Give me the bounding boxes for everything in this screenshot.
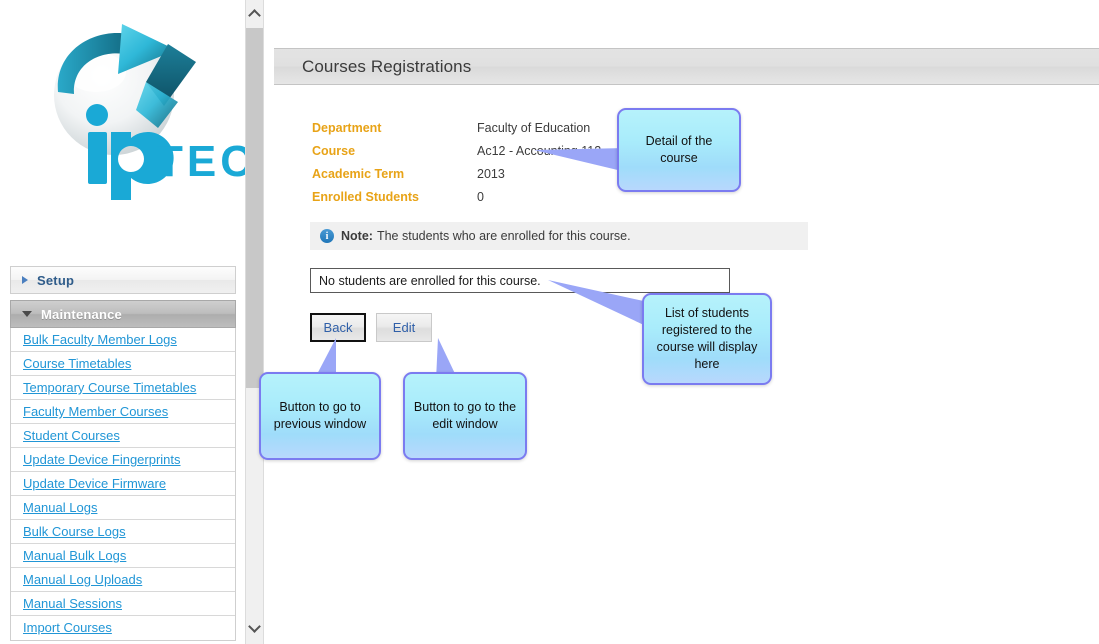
back-button-label: Back <box>323 320 353 335</box>
vertical-scrollbar[interactable] <box>245 0 264 644</box>
sidebar-item-label[interactable]: Student Courses <box>23 428 120 443</box>
sidebar-item-import-courses[interactable]: Import Courses <box>11 616 235 640</box>
note-text: The students who are enrolled for this c… <box>376 229 631 243</box>
sidebar-item-bulk-course-logs[interactable]: Bulk Course Logs <box>11 520 235 544</box>
sidebar-item-label[interactable]: Manual Bulk Logs <box>23 548 126 563</box>
callout-detail-text: Detail of the course <box>645 134 713 165</box>
sidebar-item-label[interactable]: Update Device Fingerprints <box>23 452 181 467</box>
info-icon: i <box>320 229 334 243</box>
sidebar-item-label[interactable]: Bulk Course Logs <box>23 524 126 539</box>
sidebar-item-label[interactable]: Manual Sessions <box>23 596 122 611</box>
sidebar-item-label[interactable]: Update Device Firmware <box>23 476 166 491</box>
brand-logo: TECH <box>18 10 245 210</box>
sidebar-item-manual-logs[interactable]: Manual Logs <box>11 496 235 520</box>
callout-list-of-students: List of students registered to the cours… <box>642 293 772 385</box>
enrolled-students-empty-text: No students are enrolled for this course… <box>319 273 541 288</box>
sidebar-item-manual-bulk-logs[interactable]: Manual Bulk Logs <box>11 544 235 568</box>
triangle-right-icon <box>22 276 28 284</box>
callout-edit-button: Button to go to the edit window <box>403 372 527 460</box>
iptech-logo-icon: TECH <box>54 24 245 200</box>
detail-label-enrolled-students: Enrolled Students <box>312 190 419 204</box>
sidebar-group-setup-label: Setup <box>37 272 75 288</box>
sidebar-item-label[interactable]: Manual Log Uploads <box>23 572 142 587</box>
scrollbar-thumb[interactable] <box>246 28 263 388</box>
sidebar-item-label[interactable]: Temporary Course Timetables <box>23 380 196 395</box>
sidebar-item-label[interactable]: Faculty Member Courses <box>23 404 168 419</box>
callout-detail-of-course: Detail of the course <box>617 108 741 192</box>
sidebar-item-label[interactable]: Course Timetables <box>23 356 131 371</box>
page-title: Courses Registrations <box>302 56 472 76</box>
sidebar-group-setup[interactable]: Setup <box>10 266 236 294</box>
sidebar-group-maintenance-label: Maintenance <box>41 306 122 322</box>
sidebar-item-faculty-member-courses[interactable]: Faculty Member Courses <box>11 400 235 424</box>
main-content: Courses Registrations Department Faculty… <box>259 0 1099 644</box>
sidebar-item-update-device-firmware[interactable]: Update Device Firmware <box>11 472 235 496</box>
sidebar-item-temporary-course-timetables[interactable]: Temporary Course Timetables <box>11 376 235 400</box>
sidebar-item-label[interactable]: Import Courses <box>23 620 112 635</box>
sidebar-item-course-timetables[interactable]: Course Timetables <box>11 352 235 376</box>
detail-label-academic-term: Academic Term <box>312 167 405 181</box>
note-label: Note: <box>341 229 373 243</box>
application-window: TECH Setup Maintenance Bulk Faculty Memb… <box>0 0 1099 644</box>
callout-back-text: Button to go to previous window <box>273 400 367 431</box>
callout-back-button: Button to go to previous window <box>259 372 381 460</box>
sidebar-item-manual-log-uploads[interactable]: Manual Log Uploads <box>11 568 235 592</box>
enrolled-students-list[interactable]: No students are enrolled for this course… <box>310 268 730 293</box>
sidebar-item-bulk-faculty-member-logs[interactable]: Bulk Faculty Member Logs <box>11 328 235 352</box>
edit-button-label: Edit <box>392 320 416 335</box>
detail-label-course: Course <box>312 144 356 158</box>
callout-list-text: List of students registered to the cours… <box>656 306 758 371</box>
sidebar-item-student-courses[interactable]: Student Courses <box>11 424 235 448</box>
chevron-up-icon <box>248 9 261 22</box>
sidebar-item-label[interactable]: Manual Logs <box>23 500 97 515</box>
detail-value-department: Faculty of Education <box>477 121 591 135</box>
callout-edit-text: Button to go to the edit window <box>413 400 517 431</box>
sidebar-item-update-device-fingerprints[interactable]: Update Device Fingerprints <box>11 448 235 472</box>
sidebar-group-maintenance[interactable]: Maintenance <box>10 300 236 328</box>
triangle-down-icon <box>22 311 32 317</box>
left-pane: TECH Setup Maintenance Bulk Faculty Memb… <box>0 0 245 644</box>
sidebar-maintenance-items: Bulk Faculty Member Logs Course Timetabl… <box>10 328 236 641</box>
scroll-down-button[interactable] <box>246 614 263 642</box>
svg-text:TECH: TECH <box>156 137 245 186</box>
note-bar: i Note: The students who are enrolled fo… <box>310 222 808 250</box>
sidebar-item-label[interactable]: Bulk Faculty Member Logs <box>23 332 177 347</box>
page-header-bar: Courses Registrations <box>274 48 1099 85</box>
sidebar-item-manual-sessions[interactable]: Manual Sessions <box>11 592 235 616</box>
detail-row-department: Department Faculty of Education <box>312 121 601 142</box>
scroll-up-button[interactable] <box>246 0 263 28</box>
sidebar-navigation: Setup Maintenance Bulk Faculty Member Lo… <box>10 266 236 641</box>
chevron-down-icon <box>248 620 261 633</box>
detail-label-department: Department <box>312 121 382 135</box>
